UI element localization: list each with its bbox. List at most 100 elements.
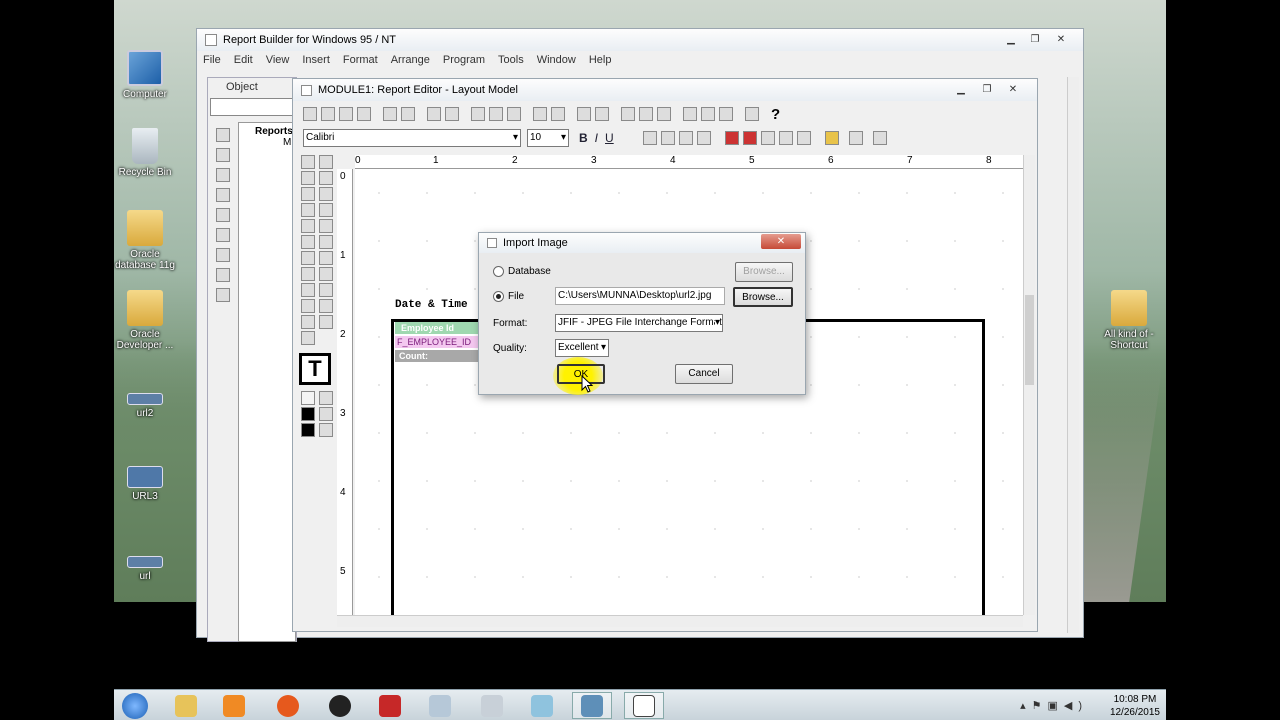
property-icon[interactable]	[745, 107, 759, 121]
frame-icon[interactable]	[849, 131, 863, 145]
navigator-find-field[interactable]	[210, 98, 294, 116]
taskbar-firefox[interactable]	[268, 692, 308, 719]
menu-view[interactable]: View	[266, 54, 290, 66]
desktop-icon-url3[interactable]: URL3	[110, 466, 180, 502]
anchor-tool-icon[interactable]	[301, 315, 315, 329]
text-tool-icon[interactable]	[319, 251, 333, 265]
repeating-frame-tool-icon[interactable]	[319, 267, 333, 281]
group-icon[interactable]	[701, 107, 715, 121]
save-icon[interactable]	[216, 148, 230, 162]
copy-icon[interactable]	[489, 107, 503, 121]
remove-decimal-icon[interactable]	[797, 131, 811, 145]
ellipse-tool-icon[interactable]	[301, 219, 315, 233]
data-model-icon[interactable]	[321, 107, 335, 121]
zoom-tool-icon[interactable]	[301, 187, 315, 201]
date-time-label[interactable]: Date & Time	[395, 299, 468, 311]
create-icon[interactable]	[216, 228, 230, 242]
ole-tool-icon[interactable]	[319, 315, 333, 329]
align-icon[interactable]	[577, 107, 591, 121]
text-color-icon[interactable]	[657, 107, 671, 121]
minimize-button[interactable]: ▁	[1001, 33, 1021, 47]
tree-node-module[interactable]: M	[239, 137, 295, 148]
reshape-tool-icon[interactable]	[319, 171, 333, 185]
layout-icon[interactable]	[339, 107, 353, 121]
frame-tool-icon[interactable]	[301, 267, 315, 281]
zoom-in-icon[interactable]	[533, 107, 547, 121]
commas-icon[interactable]	[761, 131, 775, 145]
magnify-tool-icon[interactable]	[319, 155, 333, 169]
polyline-tool-icon[interactable]	[319, 235, 333, 249]
help-icon[interactable]: ?	[771, 106, 780, 123]
editor-vertical-scrollbar[interactable]	[1023, 155, 1035, 615]
fill-color-picker-icon[interactable]	[319, 391, 333, 405]
fill-color-swatch[interactable]	[301, 391, 315, 405]
editor-minimize-button[interactable]: ▁	[951, 83, 971, 97]
format-select[interactable]: JFIF - JPEG File Interchange Format ▾	[555, 314, 723, 332]
collapse-icon[interactable]	[216, 288, 230, 302]
ungroup-icon[interactable]	[719, 107, 733, 121]
open-icon[interactable]	[216, 128, 230, 142]
arc-tool-icon[interactable]	[319, 219, 333, 233]
taskbar-explorer[interactable]	[166, 692, 206, 719]
font-size-select[interactable]: 10 ▾	[527, 129, 569, 147]
menu-help[interactable]: Help	[589, 54, 612, 66]
restore-button[interactable]: ❐	[1025, 33, 1045, 47]
chart-tool-icon[interactable]	[301, 299, 315, 313]
select-tool-icon[interactable]	[301, 155, 315, 169]
desktop-icon-url2[interactable]: url2	[110, 393, 180, 419]
parameter-form-icon[interactable]	[357, 107, 371, 121]
italic-button[interactable]: I	[595, 131, 598, 145]
desktop-icon-all-kind-of[interactable]: All kind of - Shortcut	[1094, 290, 1164, 351]
menu-window[interactable]: Window	[537, 54, 576, 66]
mail-icon[interactable]	[216, 208, 230, 222]
button-tool-icon[interactable]	[319, 299, 333, 313]
system-tray-icons[interactable]: ▴⚑▣◀)	[1020, 699, 1088, 712]
fill-color-icon[interactable]	[621, 107, 635, 121]
polygon-tool-icon[interactable]	[301, 235, 315, 249]
zoom-out-icon[interactable]	[551, 107, 565, 121]
quality-select[interactable]: Excellent ▾	[555, 339, 609, 357]
menu-file[interactable]: File	[203, 54, 221, 66]
paste-icon[interactable]	[507, 107, 521, 121]
close-button[interactable]: ✕	[1051, 33, 1071, 47]
run-icon[interactable]	[427, 107, 441, 121]
align-center-icon[interactable]	[661, 131, 675, 145]
desktop-icon-url[interactable]: url	[110, 556, 180, 582]
field-tool-icon[interactable]	[301, 283, 315, 297]
rectangle-tool-icon[interactable]	[301, 203, 315, 217]
editor-close-button[interactable]: ✕	[1003, 83, 1023, 97]
file-path-input[interactable]: C:\Users\MUNNA\Desktop\url2.jpg	[555, 287, 725, 305]
browse-file-button[interactable]: Browse...	[733, 287, 793, 307]
menu-edit[interactable]: Edit	[234, 54, 253, 66]
employee-id-header[interactable]: Employee Id	[395, 322, 485, 334]
line-color-icon[interactable]	[639, 107, 653, 121]
link-file-tool-icon[interactable]	[319, 283, 333, 297]
select-parent-icon[interactable]	[873, 131, 887, 145]
new-icon[interactable]	[303, 107, 317, 121]
add-decimal-icon[interactable]	[779, 131, 793, 145]
align-left-icon[interactable]	[643, 131, 657, 145]
tree-node-reports[interactable]: Reports	[239, 123, 295, 137]
run-icon[interactable]	[216, 168, 230, 182]
line-color-picker-icon[interactable]	[319, 407, 333, 421]
editor-restore-button[interactable]: ❐	[977, 83, 997, 97]
taskbar-book-app[interactable]	[370, 692, 410, 719]
start-button[interactable]	[116, 692, 154, 719]
editor-horizontal-scrollbar[interactable]	[337, 615, 1023, 627]
menu-format[interactable]: Format	[343, 54, 378, 66]
line-tool-icon[interactable]	[319, 187, 333, 201]
dialog-close-button[interactable]: ✕	[761, 234, 801, 249]
file-radio[interactable]	[493, 291, 504, 302]
bold-button[interactable]: B	[579, 131, 588, 145]
employee-id-field[interactable]: F_EMPLOYEE_ID	[395, 336, 485, 348]
menu-tools[interactable]: Tools	[498, 54, 524, 66]
lock-icon[interactable]	[825, 131, 839, 145]
percent-icon[interactable]	[743, 131, 757, 145]
taskbar-media-player[interactable]	[214, 692, 254, 719]
line-color-swatch[interactable]	[301, 407, 315, 421]
open-icon[interactable]	[383, 107, 397, 121]
rounded-rect-tool-icon[interactable]	[319, 203, 333, 217]
database-radio[interactable]	[493, 266, 504, 277]
taskbar-paint[interactable]	[420, 692, 460, 719]
desktop-icon-computer[interactable]: Computer	[110, 50, 180, 100]
